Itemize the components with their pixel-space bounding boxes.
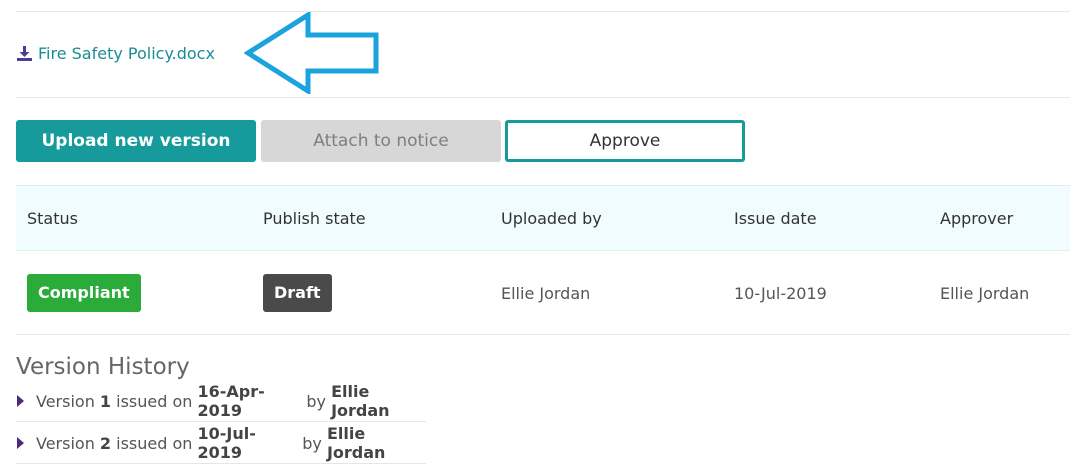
status-badge: Compliant xyxy=(27,274,141,312)
version-prefix: Version xyxy=(36,433,100,453)
version-history-item[interactable]: Version 2 issued on 10-Jul-2019 by Ellie… xyxy=(16,423,426,464)
version-by: by xyxy=(301,391,332,411)
issue-date-cell: 10-Jul-2019 xyxy=(734,283,827,303)
publish-state-badge: Draft xyxy=(263,274,332,312)
status-cell: Compliant xyxy=(27,251,141,335)
approver-cell: Ellie Jordan xyxy=(940,283,1030,303)
header-approver: Approver xyxy=(940,208,1014,228)
version-user: Ellie Jordan xyxy=(326,424,386,462)
header-issue-date: Issue date xyxy=(734,208,817,228)
version-number: 1 xyxy=(99,391,112,411)
approve-button[interactable]: Approve xyxy=(505,120,745,162)
divider-middle xyxy=(16,97,1070,98)
divider-top xyxy=(16,11,1070,12)
table-row: Compliant Draft Ellie Jordan 10-Jul-2019… xyxy=(16,251,1070,335)
version-history-item[interactable]: Version 1 issued on 16-Apr-2019 by Ellie… xyxy=(16,381,426,422)
header-status: Status xyxy=(27,208,78,228)
header-publish-state: Publish state xyxy=(263,208,366,228)
version-by: by xyxy=(297,433,327,453)
document-file-name[interactable]: Fire Safety Policy.docx xyxy=(38,44,215,63)
expand-caret-icon[interactable] xyxy=(17,395,24,407)
publish-state-cell: Draft xyxy=(263,251,332,335)
uploaded-by-cell: Ellie Jordan xyxy=(501,283,591,303)
version-prefix: Version xyxy=(36,391,100,411)
version-history-title: Version History xyxy=(16,354,190,380)
upload-new-version-button[interactable]: Upload new version xyxy=(16,120,256,162)
version-date: 16-Apr-2019 xyxy=(197,382,265,420)
download-icon xyxy=(17,46,32,61)
table-header: Status Publish state Uploaded by Issue d… xyxy=(16,185,1070,251)
expand-caret-icon[interactable] xyxy=(17,437,24,449)
attach-to-notice-button[interactable]: Attach to notice xyxy=(261,120,501,162)
version-number: 2 xyxy=(99,433,112,453)
version-user: Ellie Jordan xyxy=(331,382,390,420)
version-issued-on: issued on xyxy=(111,433,198,453)
left-arrow-annotation-icon xyxy=(244,12,379,94)
version-date: 10-Jul-2019 xyxy=(197,424,256,462)
document-download-link[interactable]: Fire Safety Policy.docx xyxy=(16,44,215,63)
header-uploaded-by: Uploaded by xyxy=(501,208,602,228)
version-issued-on: issued on xyxy=(111,391,198,411)
